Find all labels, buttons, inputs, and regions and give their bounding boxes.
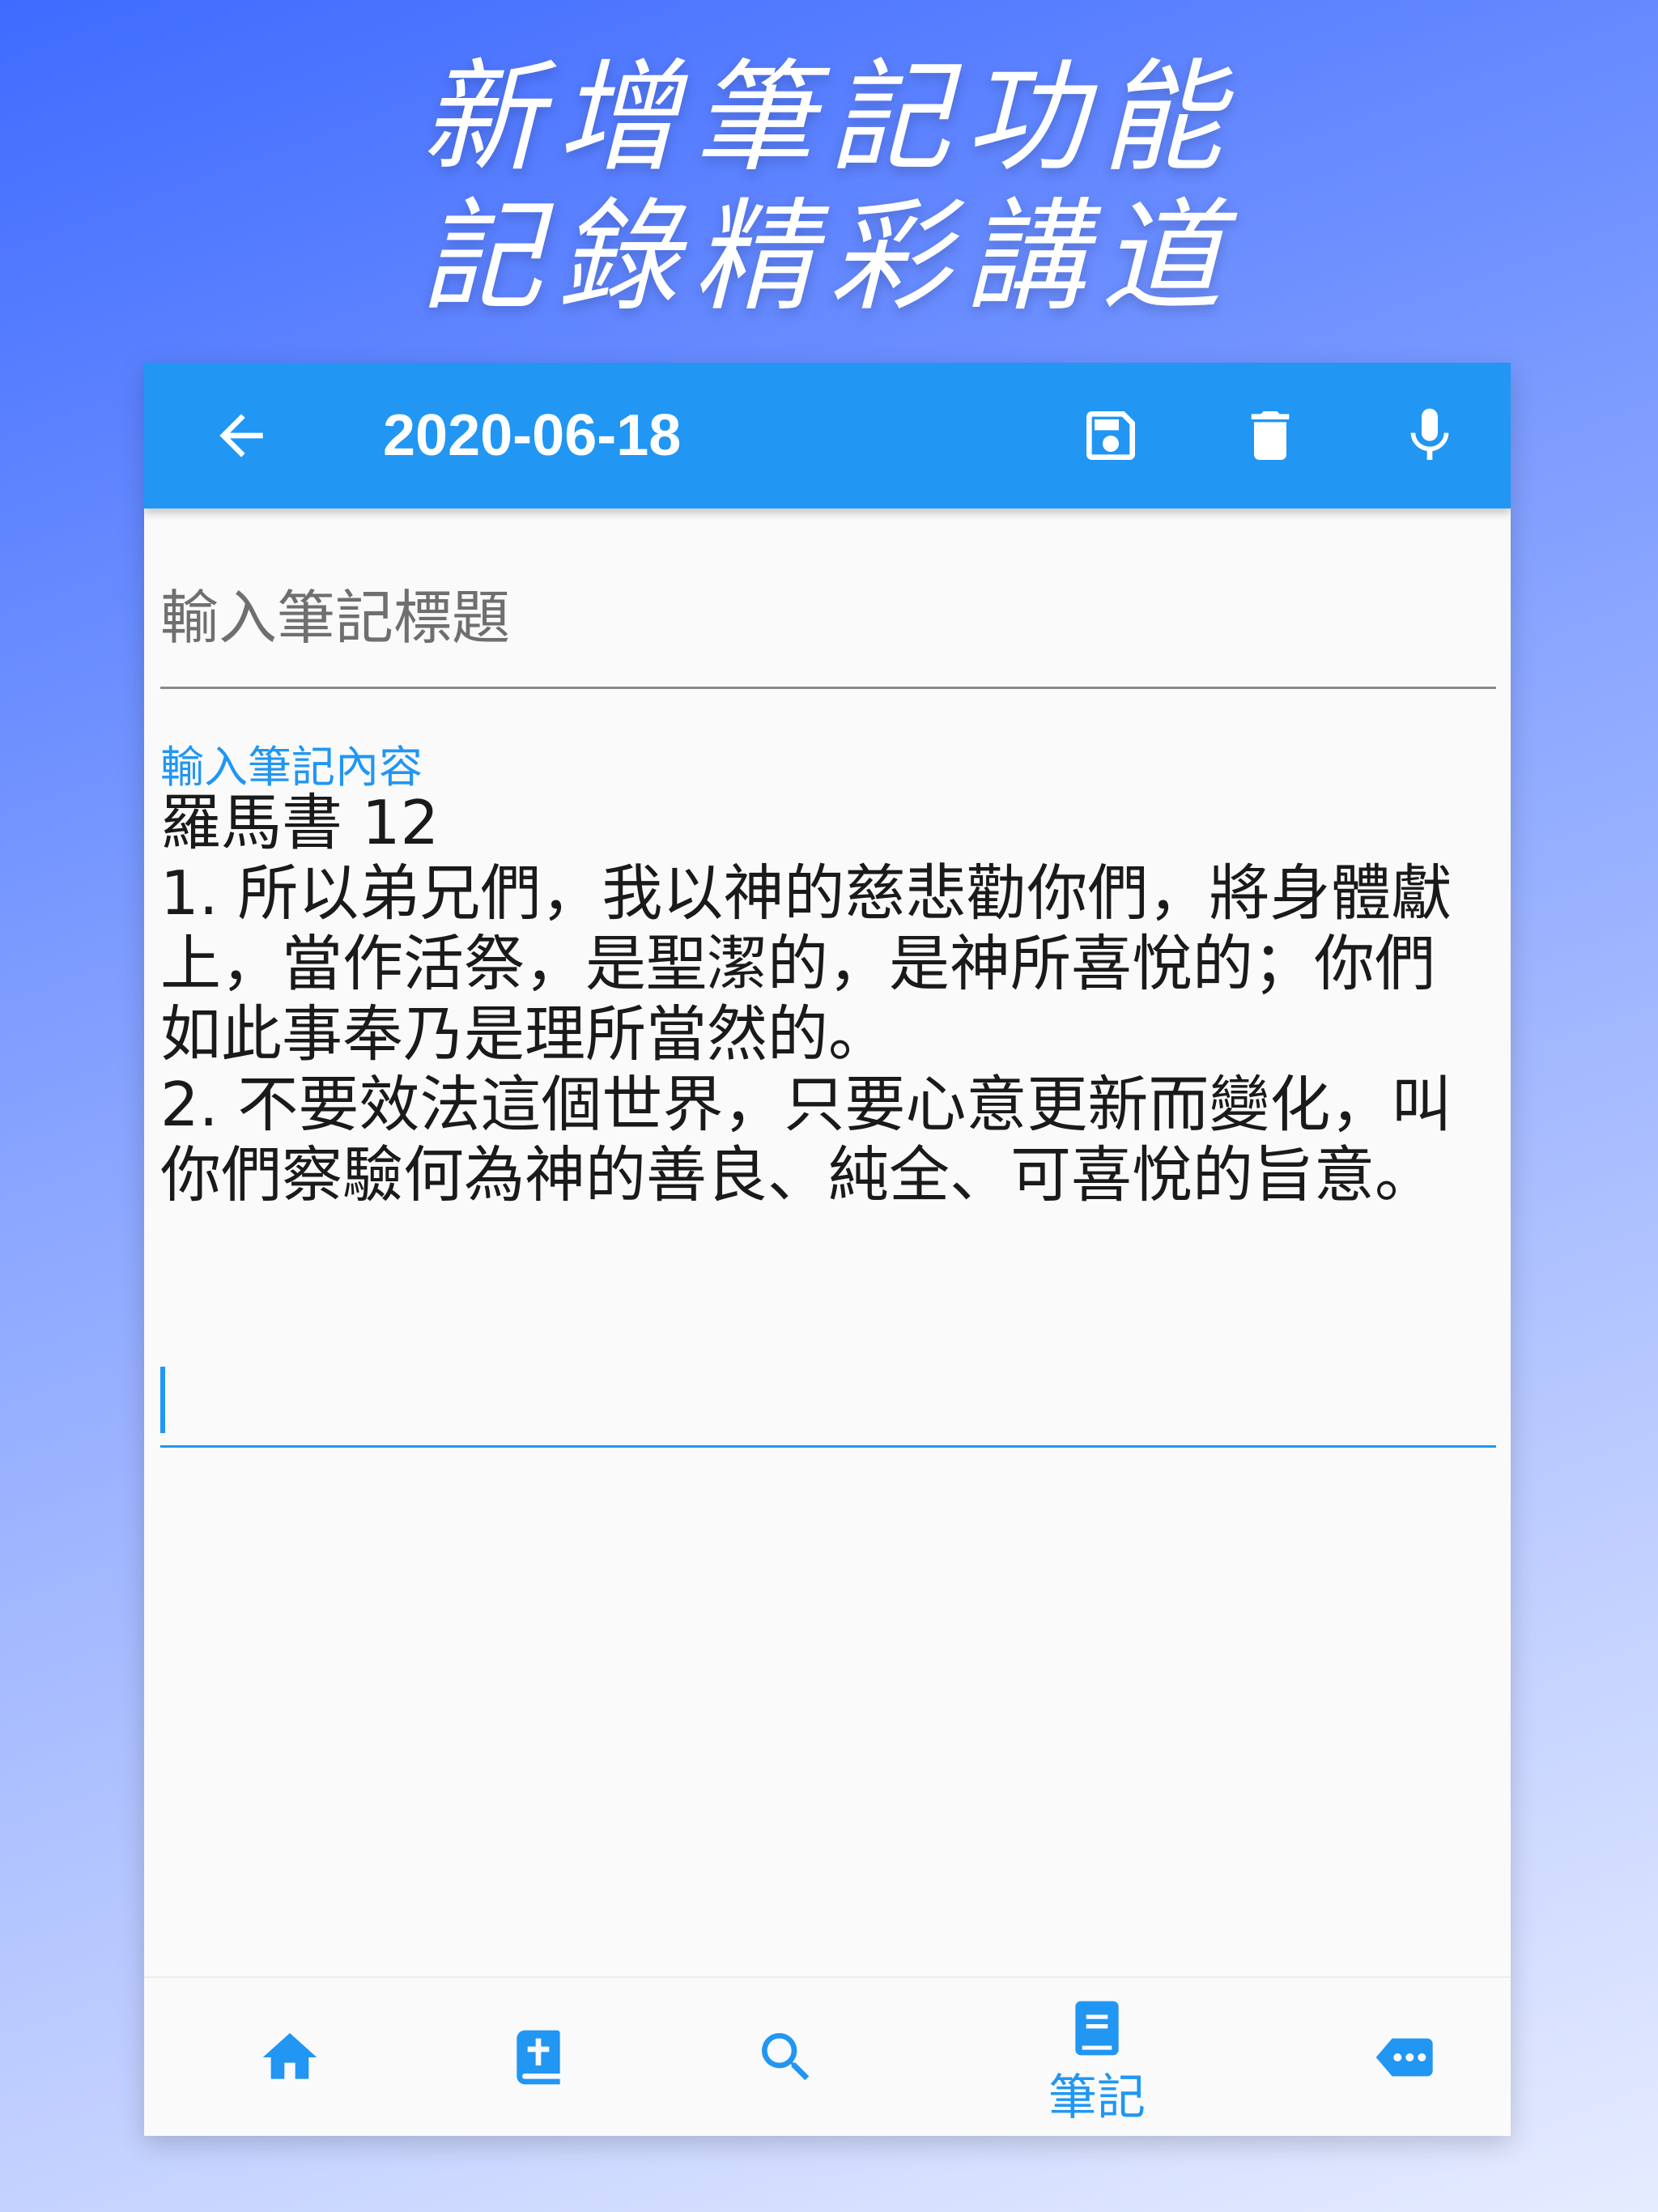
promo-banner: 新增筆記功能 記錄精彩講道 — [0, 49, 1658, 327]
back-arrow-icon[interactable] — [209, 403, 274, 468]
nav-bible[interactable] — [417, 1978, 660, 2136]
notebook-icon — [1075, 2001, 1119, 2056]
nav-notes-label: 筆記 — [1048, 2069, 1146, 2126]
nav-search[interactable] — [665, 1978, 908, 2136]
bible-icon — [517, 2030, 560, 2085]
nav-more[interactable] — [1282, 1978, 1511, 2136]
bottom-navigation: 筆記 — [144, 1976, 1511, 2136]
search-icon — [762, 2033, 810, 2081]
note-title-input[interactable]: 輸入筆記標題 — [160, 573, 1496, 689]
app-bar: 2020-06-18 — [144, 363, 1511, 508]
note-content-text[interactable]: 羅馬書 12 1. 所以弟兄們，我以神的慈悲勸你們，將身體獻上，當作活祭，是聖潔… — [160, 788, 1488, 1210]
nav-notes[interactable]: 筆記 — [976, 1978, 1218, 2136]
promo-line-1: 新增筆記功能 — [420, 48, 1237, 189]
save-icon[interactable] — [1078, 403, 1143, 468]
microphone-icon[interactable] — [1397, 403, 1462, 468]
text-caret — [160, 1367, 165, 1433]
home-icon — [262, 2033, 317, 2079]
note-content-input[interactable]: 輸入筆記內容 羅馬書 12 1. 所以弟兄們，我以神的慈悲勸你們，將身體獻上，當… — [160, 739, 1496, 1448]
trash-icon[interactable] — [1238, 403, 1303, 468]
more-icon — [1375, 2038, 1433, 2077]
app-screen: 2020-06-18 輸入筆記標題 輸入筆記內容 羅馬書 12 1. 所以弟兄們… — [144, 363, 1511, 2136]
nav-home[interactable] — [168, 1978, 411, 2136]
note-title-placeholder: 輸入筆記標題 — [160, 584, 511, 652]
promo-line-2: 記錄精彩講道 — [420, 187, 1237, 328]
note-date-title: 2020-06-18 — [383, 403, 682, 468]
